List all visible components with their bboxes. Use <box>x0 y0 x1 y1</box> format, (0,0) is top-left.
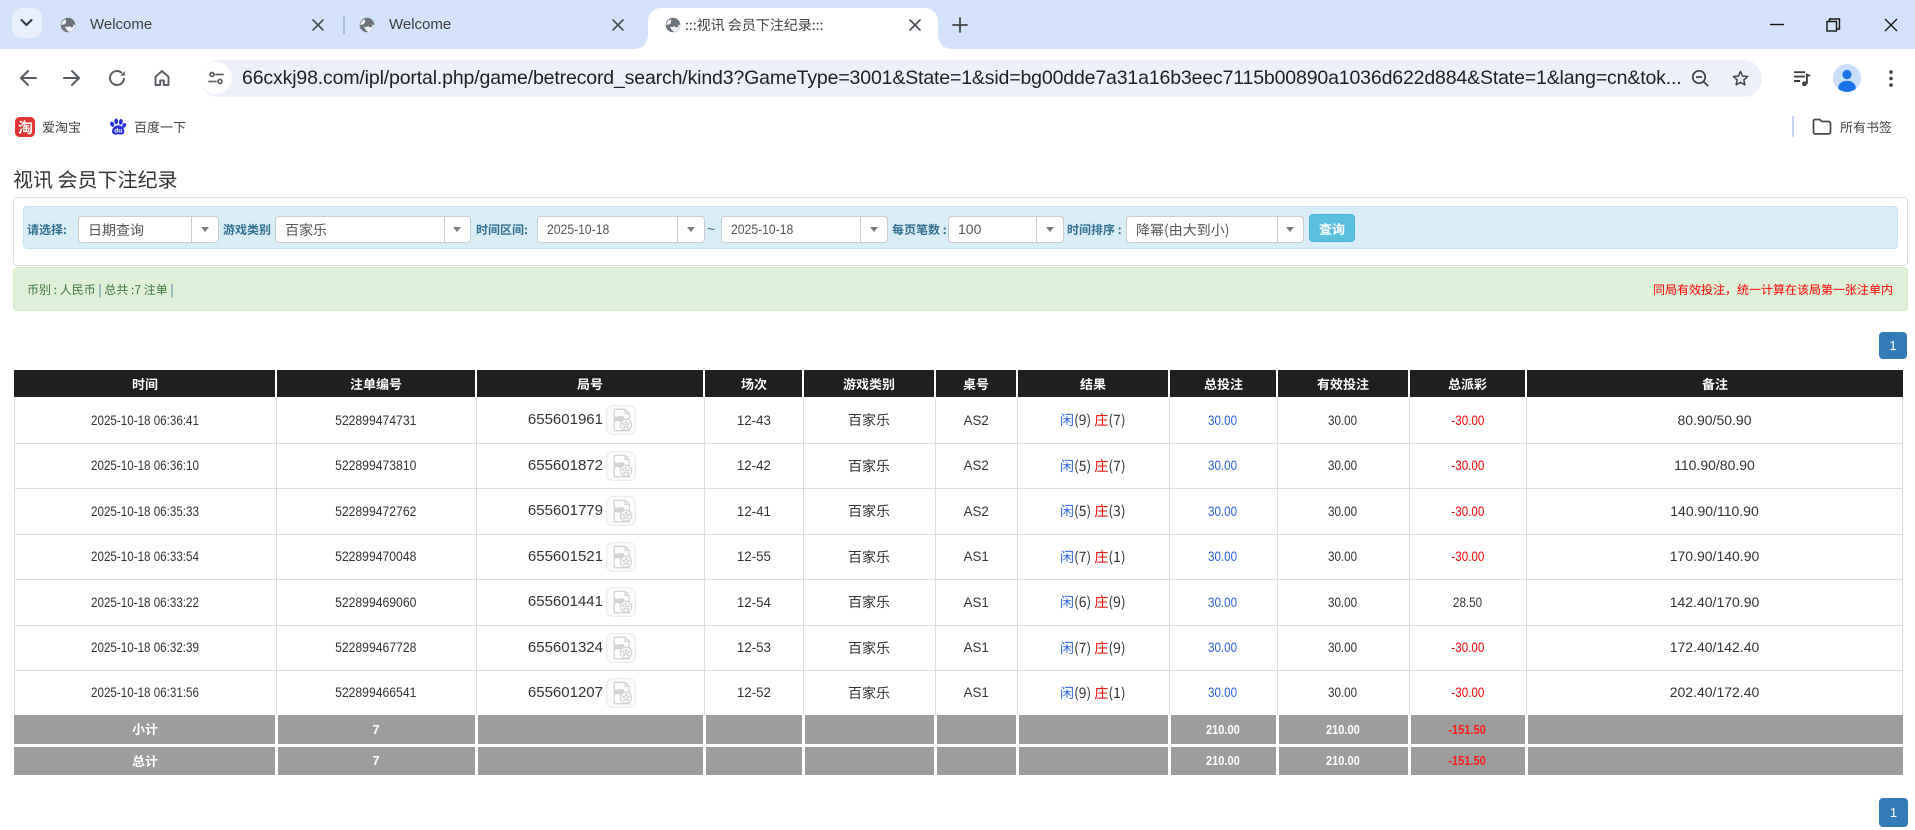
svg-text:du: du <box>114 127 122 134</box>
